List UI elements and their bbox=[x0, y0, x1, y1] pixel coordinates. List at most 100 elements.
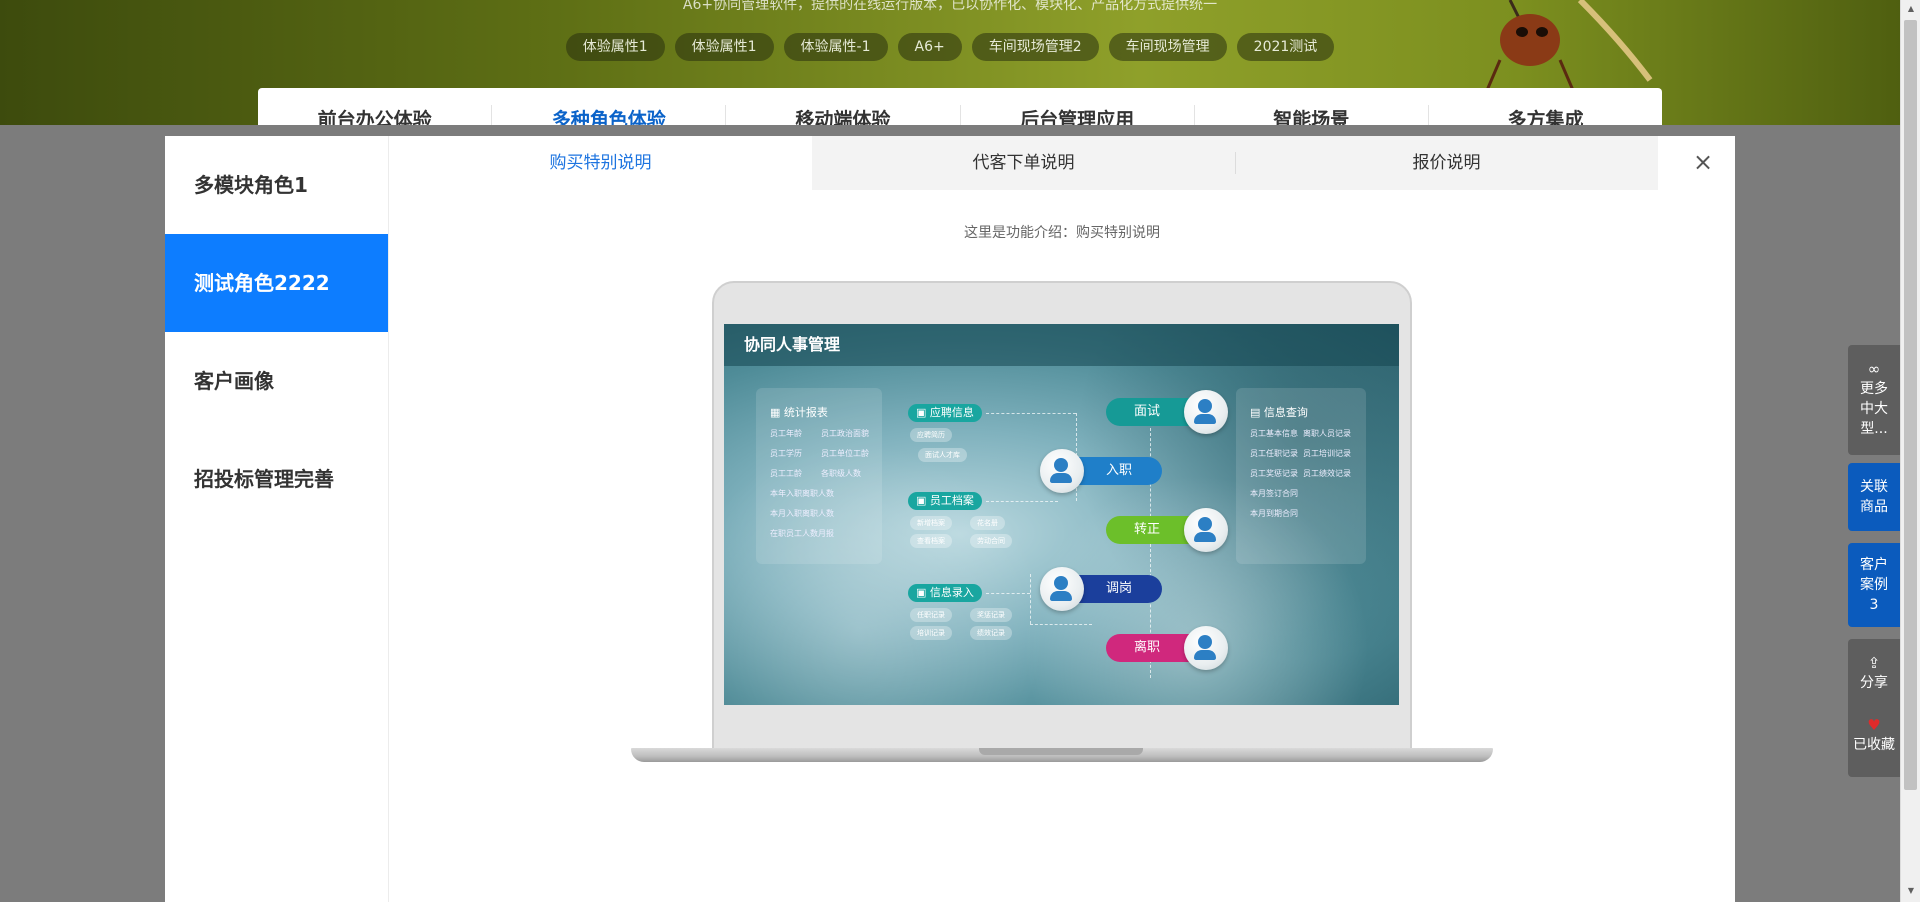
hero-tag[interactable]: A6+ bbox=[897, 33, 962, 61]
group-label-archive: ▣ 员工档案 bbox=[908, 492, 982, 510]
favorite-button[interactable]: ♥ 已收藏 bbox=[1848, 715, 1900, 755]
query-item: 员工绩效记录 bbox=[1303, 469, 1351, 478]
chip: 应聘简历 bbox=[910, 428, 952, 442]
share-button[interactable]: ⇪ 分享 bbox=[1848, 653, 1900, 693]
role-item-active[interactable]: 测试角色2222 bbox=[165, 234, 388, 332]
cases-label: 客户案例3 bbox=[1860, 557, 1888, 613]
stats-item: 本月入职离职人数 bbox=[770, 509, 834, 518]
modal-content: 购买特别说明 代客下单说明 报价说明 × 这里是功能介绍：购买特别说明 协同人事… bbox=[389, 136, 1735, 902]
stage-label: 调岗 bbox=[1106, 581, 1133, 596]
user-avatar-icon bbox=[1184, 626, 1228, 670]
tab-proxy-order-note[interactable]: 代客下单说明 bbox=[812, 136, 1235, 190]
query-item: 本月签订合同 bbox=[1250, 489, 1298, 498]
query-item-list-wide: 本月签订合同 本月到期合同 bbox=[1236, 488, 1366, 519]
role-detail-modal: 多模块角色1 测试角色2222 客户画像 招投标管理完善 购买特别说明 代客下单… bbox=[165, 136, 1735, 902]
connector-line bbox=[986, 501, 1058, 502]
customer-cases-button[interactable]: 客户案例3 bbox=[1848, 543, 1900, 627]
close-icon[interactable]: × bbox=[1689, 148, 1717, 176]
tab-quote-note[interactable]: 报价说明 bbox=[1235, 136, 1658, 190]
heart-icon: ♥ bbox=[1867, 716, 1881, 734]
connector-line bbox=[986, 593, 1030, 594]
share-favorite-group: ⇪ 分享 ♥ 已收藏 bbox=[1848, 639, 1900, 777]
query-item: 员工任职记录 bbox=[1250, 449, 1298, 458]
stats-item: 各职级人数 bbox=[821, 469, 861, 478]
stats-panel-heading: ▦ 统计报表 bbox=[770, 406, 828, 419]
scroll-thumb[interactable] bbox=[1904, 20, 1917, 790]
stats-item: 员工工龄 bbox=[770, 469, 802, 478]
stage-label: 离职 bbox=[1134, 640, 1161, 655]
query-item: 员工基本信息 bbox=[1250, 429, 1298, 438]
connector-line bbox=[1030, 624, 1092, 625]
tab-purchase-note[interactable]: 购买特别说明 bbox=[389, 136, 812, 190]
role-item[interactable]: 客户画像 bbox=[165, 332, 388, 430]
stats-item: 员工学历 bbox=[770, 449, 802, 458]
stats-item: 在职员工人数月报 bbox=[770, 529, 834, 538]
user-avatar-icon bbox=[1040, 567, 1084, 611]
hero-tag[interactable]: 体验属性1 bbox=[674, 33, 774, 61]
role-sidebar: 多模块角色1 测试角色2222 客户画像 招投标管理完善 bbox=[165, 136, 389, 902]
stats-item: 员工年龄 bbox=[770, 429, 802, 438]
query-panel-heading: ▤ 信息查询 bbox=[1250, 406, 1308, 419]
share-label: 分享 bbox=[1860, 675, 1888, 691]
group-label-entry: ▣ 信息录入 bbox=[908, 584, 982, 602]
chip: 绩效记录 bbox=[970, 626, 1012, 640]
hero-tag[interactable]: 车间现场管理2 bbox=[971, 33, 1099, 61]
stats-item: 本年入职离职人数 bbox=[770, 489, 834, 498]
hero-tag[interactable]: 2021测试 bbox=[1236, 33, 1335, 61]
query-panel: ▤ 信息查询 员工基本信息 离职人员记录 员工任职记录 员工培训记录 员工奖惩记… bbox=[1236, 388, 1366, 564]
stats-item-list-wide: 本年入职离职人数 本月入职离职人数 在职员工人数月报 bbox=[756, 488, 882, 539]
scroll-up-icon[interactable]: ▲ bbox=[1901, 4, 1920, 13]
connector-line bbox=[986, 413, 1076, 414]
chip: 查看档案 bbox=[910, 534, 952, 548]
role-item[interactable]: 多模块角色1 bbox=[165, 136, 388, 234]
page-scrollbar[interactable]: ▲ ▼ bbox=[1900, 0, 1920, 902]
share-icon: ⇪ bbox=[1867, 654, 1881, 672]
related-products-button[interactable]: 关联商品 bbox=[1848, 463, 1900, 531]
more-label: 更多中大型... bbox=[1860, 381, 1888, 437]
hero-tag[interactable]: 体验属性1 bbox=[565, 33, 665, 61]
chip: 培训记录 bbox=[910, 626, 952, 640]
scroll-down-icon[interactable]: ▼ bbox=[1901, 886, 1920, 895]
laptop-notch bbox=[979, 748, 1143, 755]
stage-node-onboard: 入职 bbox=[1040, 449, 1162, 493]
favorite-label: 已收藏 bbox=[1853, 737, 1895, 753]
group-label-recruit: ▣ 应聘信息 bbox=[908, 404, 982, 422]
chip: 新增档案 bbox=[910, 516, 952, 530]
hero-tag[interactable]: 体验属性-1 bbox=[783, 33, 888, 61]
hero-tag[interactable]: 车间现场管理 bbox=[1108, 33, 1227, 61]
role-item[interactable]: 招投标管理完善 bbox=[165, 430, 388, 528]
screen-title: 协同人事管理 bbox=[724, 324, 1399, 366]
user-avatar-icon bbox=[1040, 449, 1084, 493]
infinity-icon: ∞ bbox=[1867, 360, 1881, 378]
chip: 任职记录 bbox=[910, 608, 952, 622]
user-avatar-icon bbox=[1184, 390, 1228, 434]
stats-panel: ▦ 统计报表 员工年龄 员工政治面貌 员工学历 员工单位工龄 员工工龄 各职级人… bbox=[756, 388, 882, 564]
query-item: 离职人员记录 bbox=[1303, 429, 1351, 438]
chip: 奖惩记录 bbox=[970, 608, 1012, 622]
stage-label: 入职 bbox=[1106, 463, 1133, 478]
stage-node-transfer: 调岗 bbox=[1040, 567, 1162, 611]
ant-illustration-icon bbox=[1483, 0, 1653, 96]
query-item: 本月到期合同 bbox=[1250, 509, 1298, 518]
chip: 面试人才库 bbox=[918, 448, 967, 462]
query-item: 员工培训记录 bbox=[1303, 449, 1351, 458]
stats-item: 员工单位工龄 bbox=[821, 449, 869, 458]
related-label: 关联商品 bbox=[1860, 479, 1888, 515]
stage-label: 面试 bbox=[1134, 404, 1161, 419]
more-large-solutions-button[interactable]: ∞ 更多中大型... bbox=[1848, 345, 1900, 455]
feature-screenshot: 协同人事管理 ▦ 统计报表 员工年龄 员工政治面貌 员工学历 员工单位工龄 员工… bbox=[724, 324, 1399, 705]
stats-item: 员工政治面貌 bbox=[821, 429, 869, 438]
query-item: 员工奖惩记录 bbox=[1250, 469, 1298, 478]
stats-item-list: 员工年龄 员工政治面貌 员工学历 员工单位工龄 员工工龄 各职级人数 bbox=[756, 428, 882, 479]
feature-intro-text: 这里是功能介绍：购买特别说明 bbox=[964, 225, 1160, 241]
user-avatar-icon bbox=[1184, 508, 1228, 552]
stage-node-confirm: 转正 bbox=[1106, 508, 1228, 552]
stage-node-interview: 面试 bbox=[1106, 390, 1228, 434]
chip: 花名册 bbox=[970, 516, 1005, 530]
connector-line bbox=[1030, 574, 1031, 624]
stage-label: 转正 bbox=[1134, 522, 1161, 537]
query-item-list: 员工基本信息 离职人员记录 员工任职记录 员工培训记录 员工奖惩记录 员工绩效记… bbox=[1236, 428, 1366, 479]
stage-node-resign: 离职 bbox=[1106, 626, 1228, 670]
chip: 劳动合同 bbox=[970, 534, 1012, 548]
tab-bar: 购买特别说明 代客下单说明 报价说明 bbox=[389, 136, 1658, 190]
